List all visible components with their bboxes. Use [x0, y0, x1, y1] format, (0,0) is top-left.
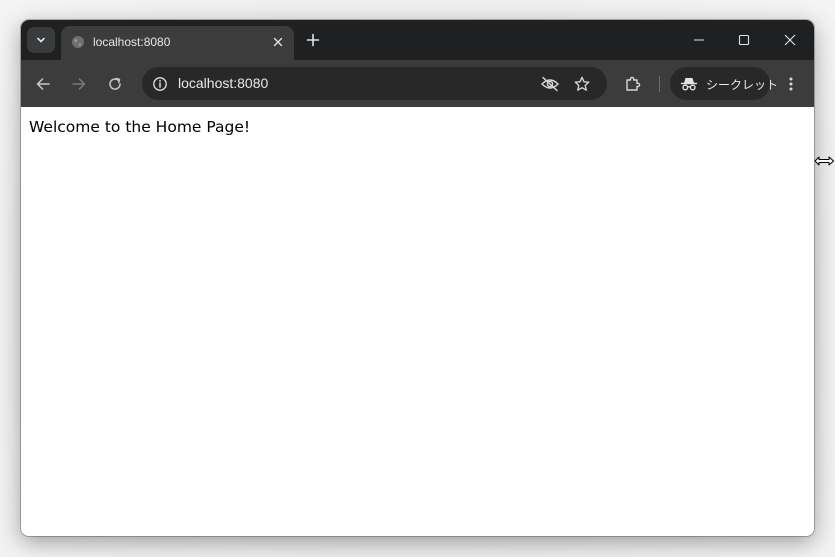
- arrow-left-icon: [35, 76, 51, 92]
- minimize-button[interactable]: [681, 26, 717, 54]
- reload-icon: [107, 76, 123, 92]
- title-bar: localhost:8080: [21, 20, 814, 60]
- browser-window: localhost:8080 localhost:8080 シークレット Wel…: [21, 20, 814, 536]
- chevron-down-icon: [35, 34, 47, 46]
- incognito-profile-button[interactable]: シークレット: [670, 67, 778, 100]
- minimize-icon: [693, 34, 705, 46]
- maximize-icon: [738, 34, 750, 46]
- plus-icon: [306, 33, 320, 47]
- maximize-button[interactable]: [726, 26, 762, 54]
- reload-button[interactable]: [102, 71, 128, 97]
- browser-menu-button[interactable]: [778, 71, 804, 97]
- bookmark-button[interactable]: [570, 72, 594, 96]
- kebab-menu-icon: [788, 76, 794, 92]
- close-icon: [273, 37, 283, 47]
- forward-button[interactable]: [66, 71, 92, 97]
- page-heading-text: Welcome to the Home Page!: [29, 118, 251, 136]
- incognito-icon: [680, 75, 698, 93]
- address-bar[interactable]: localhost:8080: [142, 67, 607, 100]
- star-icon: [574, 76, 590, 92]
- new-tab-button[interactable]: [301, 29, 325, 51]
- back-button[interactable]: [30, 71, 56, 97]
- tab-title: localhost:8080: [93, 35, 171, 49]
- page-content: Welcome to the Home Page!: [21, 107, 814, 536]
- tab-search-button[interactable]: [27, 27, 55, 53]
- arrow-right-icon: [71, 76, 87, 92]
- close-window-button[interactable]: [772, 26, 808, 54]
- extensions-button[interactable]: [620, 71, 646, 97]
- puzzle-icon: [624, 75, 642, 93]
- close-icon: [784, 34, 796, 46]
- incognito-label: シークレット: [706, 78, 779, 92]
- resize-cursor-icon: [814, 155, 835, 167]
- url-text[interactable]: localhost:8080: [178, 75, 268, 91]
- tracking-protection-button[interactable]: [538, 72, 562, 96]
- site-info-button[interactable]: [148, 72, 172, 96]
- toolbar-divider: [659, 76, 660, 92]
- tab-active[interactable]: localhost:8080: [61, 26, 294, 60]
- close-tab-button[interactable]: [270, 34, 286, 50]
- info-icon: [152, 76, 168, 92]
- browser-toolbar: localhost:8080 シークレット: [21, 60, 814, 107]
- eye-off-icon: [540, 76, 560, 92]
- globe-icon: [71, 35, 85, 49]
